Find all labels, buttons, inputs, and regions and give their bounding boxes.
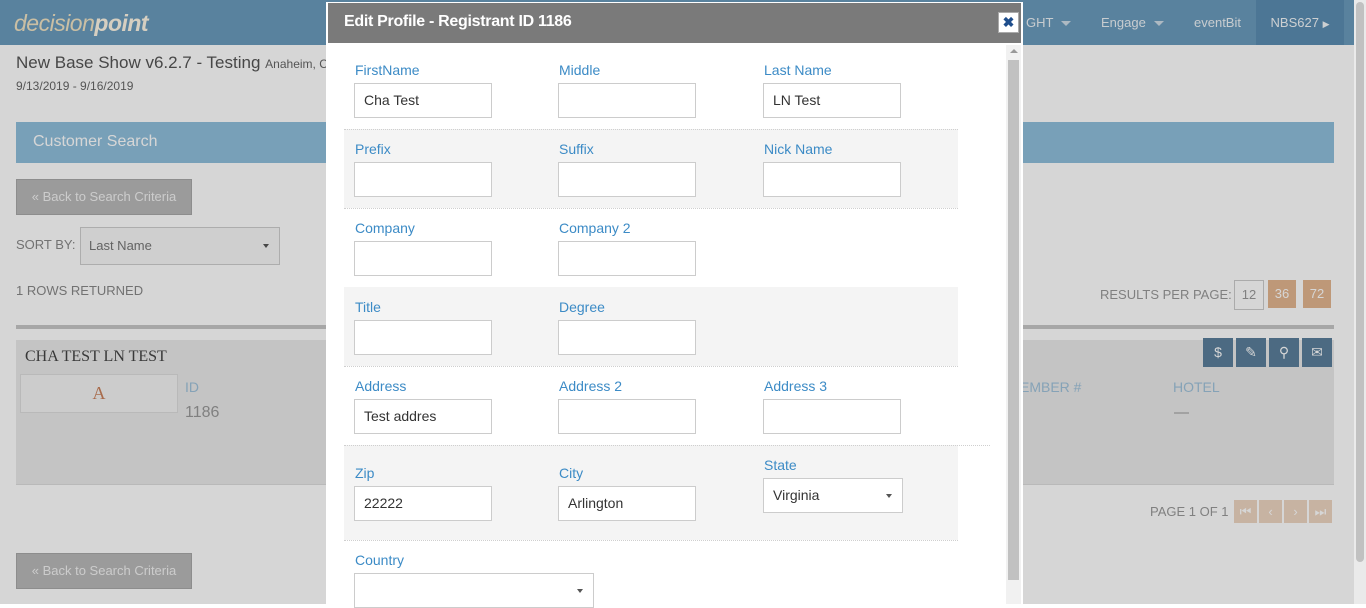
state-label: State — [764, 457, 797, 473]
company2-label: Company 2 — [559, 220, 631, 236]
title-field[interactable] — [354, 320, 492, 355]
middle-field[interactable] — [558, 83, 696, 118]
row-divider — [344, 445, 990, 447]
last-name-field[interactable]: LN Test — [763, 83, 901, 118]
page-scrollbar[interactable] — [1354, 0, 1366, 604]
company-field[interactable] — [354, 241, 492, 276]
state-select[interactable]: Virginia — [763, 478, 903, 513]
city-label: City — [559, 465, 584, 481]
row-divider — [344, 540, 958, 542]
first-name-label: FirstName — [355, 62, 420, 78]
first-name-field[interactable]: Cha Test — [354, 83, 492, 118]
country-label: Country — [355, 552, 405, 568]
row-divider — [344, 208, 958, 210]
suffix-label: Suffix — [559, 141, 594, 157]
last-name-label: Last Name — [764, 62, 832, 78]
address-field[interactable]: Test addres — [354, 399, 492, 434]
modal-title: Edit Profile - Registrant ID 1186 — [344, 13, 572, 30]
chevron-down-icon — [886, 494, 892, 498]
city-field[interactable]: Arlington — [558, 486, 696, 521]
nick-name-label: Nick Name — [764, 141, 833, 157]
degree-field[interactable] — [558, 320, 696, 355]
address2-field[interactable] — [558, 399, 696, 434]
close-icon[interactable]: ✖ — [998, 12, 1019, 33]
row-divider — [344, 366, 958, 368]
address2-label: Address 2 — [559, 378, 623, 394]
title-label: Title — [355, 299, 381, 315]
suffix-field[interactable] — [558, 162, 696, 197]
prefix-field[interactable] — [354, 162, 492, 197]
company-label: Company — [355, 220, 415, 236]
address3-label: Address 3 — [764, 378, 828, 394]
modal-scrollbar[interactable] — [1006, 45, 1021, 604]
row-divider — [344, 129, 958, 131]
country-select[interactable] — [354, 573, 594, 608]
address3-field[interactable] — [763, 399, 901, 434]
zip-field[interactable]: 22222 — [354, 486, 492, 521]
prefix-label: Prefix — [355, 141, 391, 157]
nick-name-field[interactable] — [763, 162, 901, 197]
company2-field[interactable] — [558, 241, 696, 276]
middle-label: Middle — [559, 62, 601, 78]
chevron-down-icon — [577, 589, 583, 593]
scroll-up-icon[interactable] — [1010, 49, 1018, 53]
zip-label: Zip — [355, 465, 375, 481]
degree-label: Degree — [559, 299, 605, 315]
address-label: Address — [355, 378, 407, 394]
